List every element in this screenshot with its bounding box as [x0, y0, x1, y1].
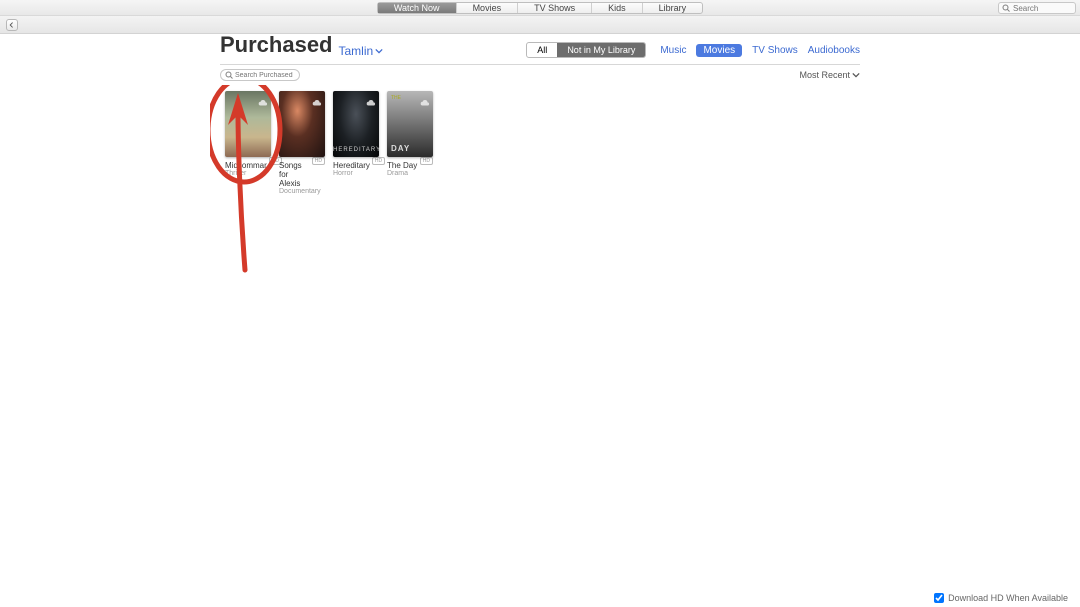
search-icon [1002, 0, 1010, 17]
chevron-down-icon [852, 71, 860, 79]
local-search-input[interactable] [235, 72, 295, 79]
cloud-download-icon[interactable] [420, 94, 430, 102]
hd-badge: HD [312, 157, 325, 165]
nav-tab-tv-shows[interactable]: TV Shows [518, 3, 592, 13]
nav-tab-library[interactable]: Library [643, 3, 703, 13]
nav-tab-kids[interactable]: Kids [592, 3, 643, 13]
movie-title: Midsommar [225, 161, 267, 170]
movie-title: The Day [387, 161, 417, 170]
search-icon [225, 66, 233, 84]
sort-label: Most Recent [799, 70, 850, 80]
movie-card[interactable]: Songs for AlexisHD Documentary [279, 91, 325, 196]
footer-pref: Download HD When Available [934, 593, 1068, 603]
category-music[interactable]: Music [660, 45, 686, 56]
cloud-download-icon[interactable] [258, 94, 268, 102]
movie-card[interactable]: MidsommarHDThriller [225, 91, 271, 196]
cloud-download-icon[interactable] [312, 94, 322, 102]
movie-genre: Drama [387, 170, 433, 178]
sort-dropdown[interactable]: Most Recent [799, 70, 860, 80]
category-movies[interactable]: Movies [696, 44, 742, 57]
nav-tab-movies[interactable]: Movies [457, 3, 519, 13]
account-dropdown[interactable]: Tamlin [339, 44, 384, 58]
category-tv-shows[interactable]: TV Shows [752, 45, 798, 56]
library-filter-all[interactable]: All [527, 43, 557, 57]
hd-badge: HD [420, 157, 433, 165]
movie-thumbnail[interactable]: THEDAY [387, 91, 433, 157]
movie-genre: Horror [333, 170, 379, 178]
local-search[interactable] [220, 69, 300, 81]
library-filter: AllNot in My Library [526, 42, 646, 58]
library-filter-not-in-my-library[interactable]: Not in My Library [557, 43, 645, 57]
cloud-download-icon[interactable] [366, 94, 376, 102]
movie-card[interactable]: HEREDITARYHereditaryHDHorror [333, 91, 379, 196]
nav-strip [0, 16, 1080, 34]
category-list: Music Movies TV Shows Audiobooks [660, 44, 860, 57]
account-name: Tamlin [339, 44, 374, 58]
global-search[interactable] [998, 2, 1076, 14]
back-button[interactable] [6, 19, 18, 31]
download-hd-label: Download HD When Available [948, 593, 1068, 603]
global-search-input[interactable] [1013, 4, 1069, 13]
nav-tabs: Watch NowMoviesTV ShowsKidsLibrary [377, 2, 703, 14]
filter-bar: Most Recent [0, 65, 1080, 85]
movie-genre: Thriller [225, 170, 271, 178]
movie-grid: MidsommarHDThrillerSongs for AlexisHDDoc… [0, 85, 1080, 196]
nav-tab-watch-now[interactable]: Watch Now [378, 3, 457, 13]
movie-thumbnail[interactable] [279, 91, 325, 157]
top-bar: Watch NowMoviesTV ShowsKidsLibrary [0, 0, 1080, 16]
download-hd-checkbox[interactable] [934, 593, 944, 603]
chevron-down-icon [375, 47, 383, 55]
movie-title: Songs for Alexis [279, 161, 310, 188]
category-audiobooks[interactable]: Audiobooks [808, 45, 860, 56]
movie-card[interactable]: THEDAY The DayHD Drama [387, 91, 433, 196]
movie-thumbnail[interactable]: HEREDITARY [333, 91, 379, 157]
movie-genre: Documentary [279, 188, 325, 196]
movie-title: Hereditary [333, 161, 370, 170]
page-title: Purchased [220, 32, 333, 58]
hd-badge: HD [372, 157, 385, 165]
movie-thumbnail[interactable] [225, 91, 271, 157]
